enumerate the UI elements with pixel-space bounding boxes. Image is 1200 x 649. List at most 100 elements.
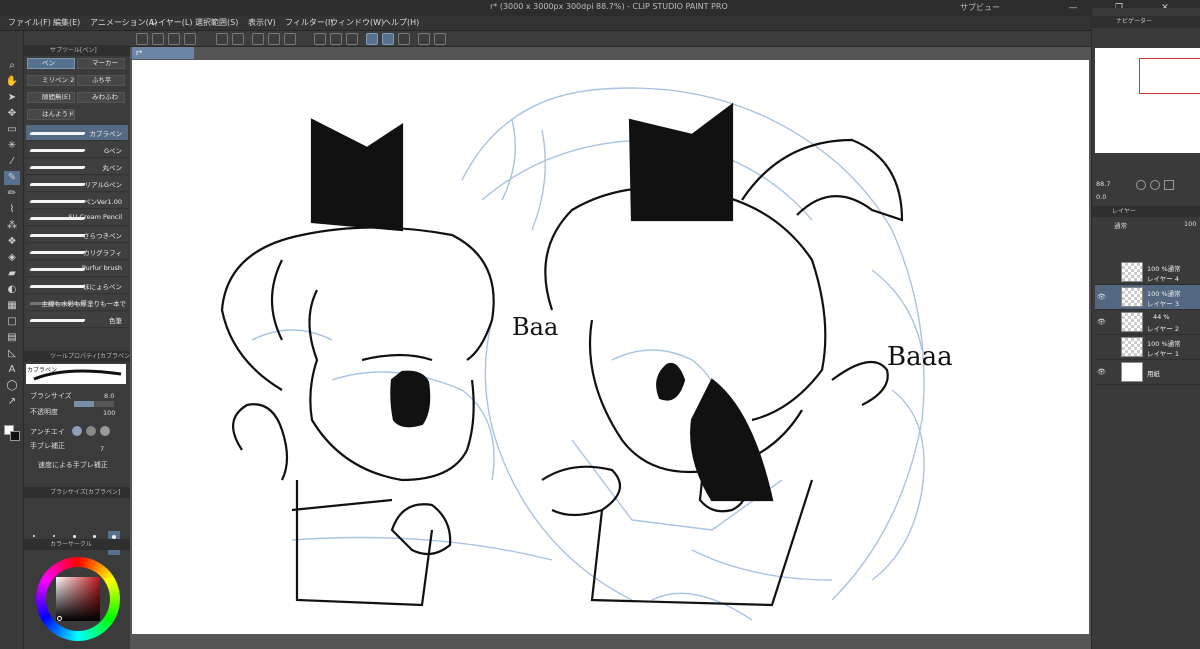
clip-studio-icon[interactable]	[434, 33, 446, 45]
rotation-value[interactable]: 0.0	[1096, 193, 1106, 201]
brush-item[interactable]: 色筆	[26, 312, 128, 328]
text-tool-icon[interactable]: A	[4, 363, 20, 377]
antialias-option-icon[interactable]	[86, 426, 96, 436]
airbrush-icon[interactable]: ⁂	[4, 219, 20, 233]
brush-item[interactable]: カブラペン	[26, 125, 128, 141]
brush-item[interactable]: さらつきペン	[26, 227, 128, 243]
invert-selection-icon[interactable]	[330, 33, 342, 45]
brush-item[interactable]: 主線も水彩も厚塗りも一本で	[26, 295, 128, 311]
subtool-tab-fuwafuwa[interactable]: みわふわ	[77, 92, 125, 103]
subtool-tab-millipen[interactable]: ミリペン 2	[27, 75, 75, 86]
deselect-icon[interactable]	[314, 33, 326, 45]
menu-help[interactable]: ヘルプ(H)	[383, 17, 419, 28]
layer-row[interactable]: 100 %通常 レイヤー 4	[1095, 260, 1200, 285]
stabilization-value[interactable]: 7	[100, 445, 104, 453]
fill-icon[interactable]	[284, 33, 296, 45]
visibility-eye-icon[interactable]: 👁	[1097, 368, 1106, 376]
hand-tool-icon[interactable]: ✋	[4, 75, 20, 89]
zoom-value[interactable]: 88.7	[1096, 180, 1110, 188]
color-settings-icon[interactable]	[418, 33, 430, 45]
pen-tool-icon[interactable]: ✎	[4, 171, 20, 185]
canvas-area[interactable]: r* Baa Baaa	[130, 47, 1091, 649]
menu-edit[interactable]: 編集(E)	[53, 17, 80, 28]
saturation-brightness-square[interactable]	[56, 577, 100, 621]
menu-window[interactable]: ウィンドウ(W)	[330, 17, 384, 28]
snap-grid-icon[interactable]	[398, 33, 410, 45]
brush-size-slider[interactable]	[74, 401, 114, 407]
fill-tool-icon[interactable]: ◈	[4, 251, 20, 265]
save-icon[interactable]	[168, 33, 180, 45]
balloon-icon[interactable]: ◯	[4, 379, 20, 393]
brush-tool-icon[interactable]: ⌇	[4, 203, 20, 217]
stabilization-label: 手ブレ補正	[30, 442, 65, 450]
transform-icon[interactable]	[268, 33, 280, 45]
antialias-option-icon[interactable]	[72, 426, 82, 436]
frame-icon[interactable]: ▤	[4, 331, 20, 345]
navigator-preview[interactable]	[1095, 48, 1200, 153]
opacity-value[interactable]: 100	[103, 409, 115, 417]
menu-selection[interactable]: 選択範囲(S)	[195, 17, 238, 28]
minimize-button[interactable]: —	[1050, 0, 1096, 16]
selection-tool-icon[interactable]: ▭	[4, 123, 20, 137]
visibility-eye-icon[interactable]: 👁	[1097, 293, 1106, 301]
show-selection-icon[interactable]	[346, 33, 358, 45]
sub-color-swatch[interactable]	[10, 431, 20, 441]
clear-icon[interactable]	[252, 33, 264, 45]
print-icon[interactable]	[184, 33, 196, 45]
subtool-tab-pen[interactable]: ペン	[27, 58, 75, 69]
drawing-canvas[interactable]: Baa Baaa	[132, 60, 1089, 634]
layer-row[interactable]: 100 %通常 レイヤー 1	[1095, 335, 1200, 360]
auto-select-icon[interactable]: ✳	[4, 139, 20, 153]
zoom-in-icon[interactable]	[1150, 180, 1160, 190]
zoom-out-icon[interactable]	[1136, 180, 1146, 190]
blend-tool-icon[interactable]: ◐	[4, 283, 20, 297]
menu-file[interactable]: ファイル(F)	[8, 17, 51, 28]
snap-special-ruler-icon[interactable]	[382, 33, 394, 45]
brush-item[interactable]: SU-Cream Pencil	[26, 210, 128, 226]
new-file-icon[interactable]	[136, 33, 148, 45]
document-tab[interactable]: r*	[132, 47, 194, 59]
brush-size-value[interactable]: 8.0	[104, 392, 114, 400]
snap-ruler-icon[interactable]	[366, 33, 378, 45]
menu-filter[interactable]: フィルター(I)	[285, 17, 333, 28]
operation-tool-icon[interactable]: ➤	[4, 91, 20, 105]
subtool-tab-marker[interactable]: マーカー	[77, 58, 125, 69]
visibility-eye-icon[interactable]: 👁	[1097, 318, 1106, 326]
layer-row[interactable]: 👁 44 % レイヤー 2	[1095, 310, 1200, 335]
color-wheel[interactable]	[36, 557, 120, 641]
brush-item[interactable]: Gペン	[26, 142, 128, 158]
correct-line-icon[interactable]: ↗	[4, 395, 20, 409]
layer-row[interactable]: 👁 用紙	[1095, 360, 1200, 385]
figure-tool-icon[interactable]: □	[4, 315, 20, 329]
subtool-tab-general[interactable]: はんようド	[27, 109, 75, 120]
eyedropper-icon[interactable]: ⁄	[4, 155, 20, 169]
brush-item[interactable]: ペンVer1.00	[26, 193, 128, 209]
menu-view[interactable]: 表示(V)	[248, 17, 276, 28]
navigator-view-frame[interactable]	[1139, 58, 1200, 94]
gradient-icon[interactable]: ▦	[4, 299, 20, 313]
brush-item[interactable]: Purfur brush	[26, 261, 128, 277]
zoom-tool-icon[interactable]: ⌕	[4, 59, 20, 73]
pencil-tool-icon[interactable]: ✏	[4, 187, 20, 201]
fit-to-screen-icon[interactable]	[1164, 180, 1174, 190]
redo-icon[interactable]	[232, 33, 244, 45]
brush-item[interactable]: ほにょらペン	[26, 278, 128, 294]
brush-item[interactable]: カリグラフィ	[26, 244, 128, 260]
move-layer-icon[interactable]: ✥	[4, 107, 20, 121]
subtool-tab-gapless[interactable]: 隙間無(E)	[27, 92, 75, 103]
eraser-icon[interactable]: ▰	[4, 267, 20, 281]
blend-mode-select[interactable]: 通常	[1114, 220, 1127, 230]
subtool-tab-fuchi[interactable]: ふち平	[77, 75, 125, 86]
menu-layer[interactable]: レイヤー(L)	[150, 17, 192, 28]
brush-item[interactable]: 丸ペン	[26, 159, 128, 175]
menu-animation[interactable]: アニメーション(A)	[90, 17, 157, 28]
layer-opacity-value[interactable]: 100	[1184, 220, 1196, 228]
brush-item[interactable]: リアルGペン	[26, 176, 128, 192]
antialias-option-icon[interactable]	[100, 426, 110, 436]
decoration-icon[interactable]: ❖	[4, 235, 20, 249]
open-icon[interactable]	[152, 33, 164, 45]
undo-icon[interactable]	[216, 33, 228, 45]
tool-palette: ⌕ ✋ ➤ ✥ ▭ ✳ ⁄ ✎ ✏ ⌇ ⁂ ❖ ◈ ▰ ◐ ▦ □ ▤ ◺ A …	[0, 31, 24, 649]
ruler-icon[interactable]: ◺	[4, 347, 20, 361]
layer-row[interactable]: 👁 100 %通常 レイヤー 3	[1095, 285, 1200, 310]
